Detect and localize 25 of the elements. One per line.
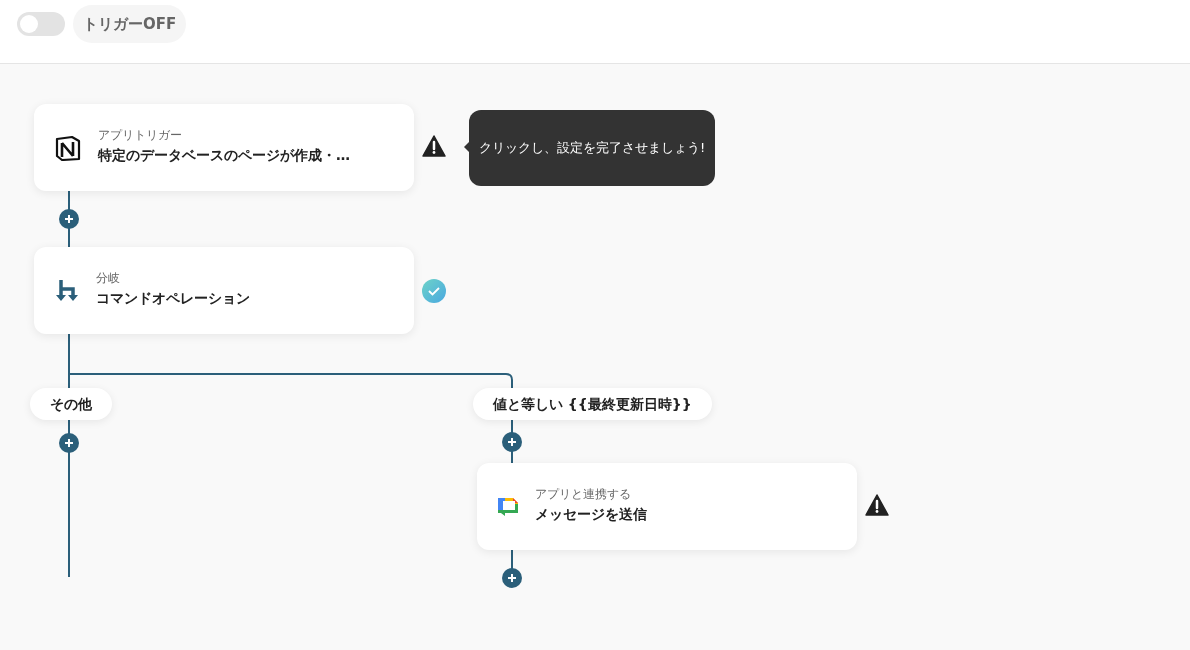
- plus-icon: [508, 438, 516, 446]
- tooltip: クリックし、設定を完了させましょう!: [469, 110, 715, 186]
- step-card[interactable]: アプリと連携する メッセージを送信: [477, 463, 857, 550]
- step-caption: アプリトリガー: [98, 129, 183, 141]
- toggle-switch[interactable]: [17, 12, 65, 36]
- plus-icon: [508, 574, 516, 582]
- add-step-button[interactable]: [502, 568, 522, 588]
- branch-label: その他: [30, 388, 112, 420]
- step-caption: 分岐: [96, 272, 121, 284]
- step-caption: アプリと連携する: [535, 488, 632, 500]
- step-title: コマンドオペレーション: [96, 289, 250, 308]
- toggle-label: トリガーOFF: [73, 5, 187, 43]
- add-step-button[interactable]: [502, 432, 522, 452]
- plus-icon: [65, 215, 73, 223]
- add-step-button[interactable]: [59, 209, 79, 229]
- plus-icon: [65, 439, 73, 447]
- add-step-button[interactable]: [59, 433, 79, 453]
- step-title: メッセージを送信: [535, 505, 647, 524]
- chat-bubble-icon: [497, 495, 519, 518]
- step-title: 特定のデータベースのページが作成・…: [98, 146, 350, 165]
- branch-label: 値と等しい {{最終更新日時}}: [473, 388, 712, 420]
- step-card[interactable]: 分岐 コマンドオペレーション: [34, 247, 414, 334]
- cube-icon: [54, 134, 82, 161]
- connector-line: [68, 191, 70, 248]
- step-card[interactable]: アプリトリガー 特定のデータベースのページが作成・…: [34, 104, 414, 191]
